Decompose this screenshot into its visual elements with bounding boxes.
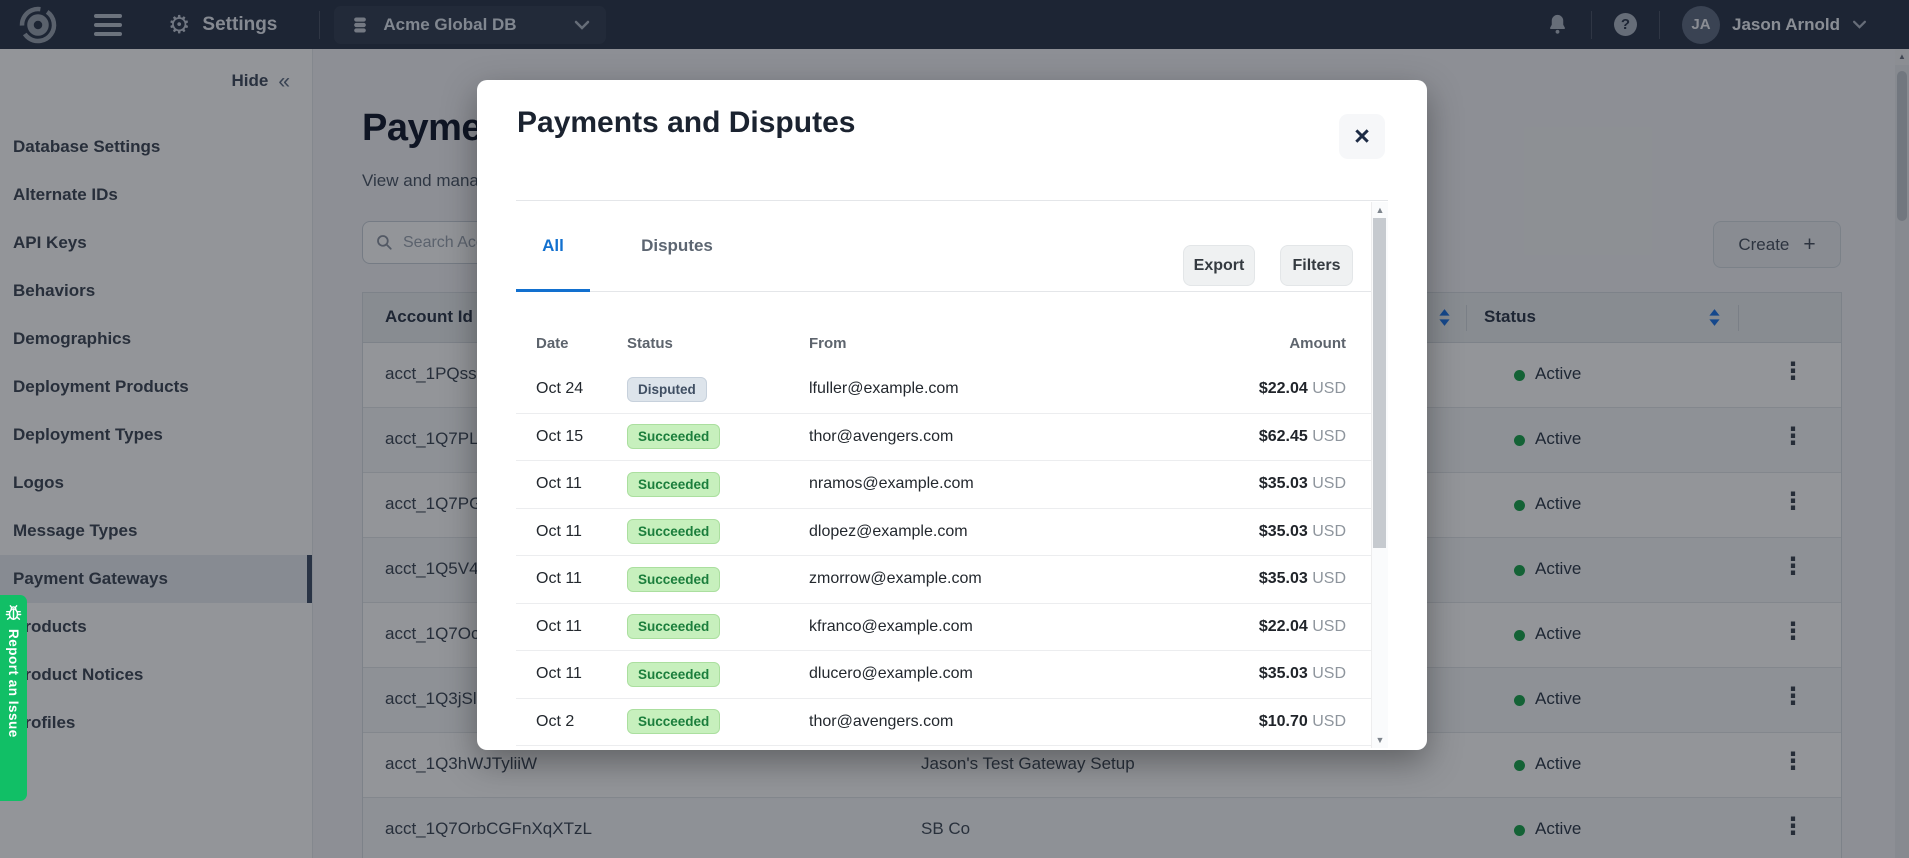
from-cell: thor@avengers.com (809, 713, 1259, 731)
tab-all-label: All (542, 236, 564, 256)
amount-value: $35.03 (1259, 475, 1308, 492)
modal-body: All Disputes Export Filters Date Status … (516, 200, 1388, 748)
date-cell: Oct 15 (536, 428, 627, 446)
payment-row: Oct 11 Succeeded zmorrow@example.com $35… (516, 556, 1388, 604)
payment-row: Oct 24 Disputed lfuller@example.com $22.… (516, 366, 1388, 414)
status-badge: Succeeded (627, 519, 720, 544)
modal-title: Payments and Disputes (517, 106, 855, 140)
date-cell: Oct 11 (536, 665, 627, 683)
modal-table-header: Date Status From Amount (516, 292, 1388, 366)
amount-cell: $35.03 USD (1259, 570, 1346, 588)
currency-label: USD (1312, 475, 1346, 492)
amount-value: $35.03 (1259, 570, 1308, 587)
modal-scrollbar-thumb[interactable] (1373, 218, 1386, 548)
currency-label: USD (1312, 618, 1346, 635)
amount-cell: $22.04 USD (1259, 618, 1346, 636)
date-cell: Oct 11 (536, 570, 627, 588)
status-badge: Succeeded (627, 424, 720, 449)
currency-label: USD (1312, 665, 1346, 682)
modal-tabs-row: All Disputes Export Filters (516, 201, 1388, 292)
payments-disputes-modal: Payments and Disputes × All Disputes Exp… (477, 80, 1427, 750)
report-issue-tab[interactable]: Report an Issue (0, 595, 27, 801)
modal-scrollbar[interactable]: ▲ ▼ (1371, 202, 1388, 748)
date-cell: Oct 11 (536, 523, 627, 541)
amount-value: $62.45 (1259, 428, 1308, 445)
payment-row: Oct 11 Succeeded kfranco@example.com $22… (516, 604, 1388, 652)
amount-value: $35.03 (1259, 665, 1308, 682)
tab-disputes[interactable]: Disputes (636, 201, 718, 291)
date-cell: Oct 11 (536, 475, 627, 493)
amount-cell: $62.45 USD (1259, 428, 1346, 446)
amount-value: $10.70 (1259, 713, 1308, 730)
status-badge: Disputed (627, 377, 707, 402)
tab-all[interactable]: All (516, 201, 590, 291)
from-column-header: From (809, 335, 1289, 352)
filters-button[interactable]: Filters (1280, 245, 1353, 286)
tab-disputes-label: Disputes (641, 236, 713, 256)
from-cell: zmorrow@example.com (809, 570, 1259, 588)
status-column-header: Status (627, 335, 809, 352)
close-icon[interactable]: × (1339, 114, 1385, 159)
amount-cell: $35.03 USD (1259, 523, 1346, 541)
currency-label: USD (1312, 428, 1346, 445)
status-badge: Succeeded (627, 614, 720, 639)
amount-cell: $22.04 USD (1259, 380, 1346, 398)
status-badge: Succeeded (627, 472, 720, 497)
date-column-header: Date (536, 335, 627, 352)
status-badge: Succeeded (627, 662, 720, 687)
status-badge: Succeeded (627, 567, 720, 592)
date-cell: Oct 2 (536, 713, 627, 731)
payment-row: Oct 11 Succeeded dlopez@example.com $35.… (516, 509, 1388, 557)
currency-label: USD (1312, 713, 1346, 730)
from-cell: dlopez@example.com (809, 523, 1259, 541)
amount-cell: $10.70 USD (1259, 713, 1346, 731)
amount-cell: $35.03 USD (1259, 665, 1346, 683)
payment-row: Oct 11 Succeeded nramos@example.com $35.… (516, 461, 1388, 509)
payment-row: Oct 11 Succeeded dlucero@example.com $35… (516, 651, 1388, 699)
amount-value: $22.04 (1259, 380, 1308, 397)
from-cell: dlucero@example.com (809, 665, 1259, 683)
date-cell: Oct 11 (536, 618, 627, 636)
bug-icon (4, 603, 23, 622)
amount-value: $22.04 (1259, 618, 1308, 635)
scroll-up-icon[interactable]: ▲ (1372, 205, 1388, 215)
amount-column-header: Amount (1289, 335, 1346, 352)
currency-label: USD (1312, 380, 1346, 397)
amount-cell: $35.03 USD (1259, 475, 1346, 493)
currency-label: USD (1312, 523, 1346, 540)
payment-row: Oct 15 Succeeded thor@avengers.com $62.4… (516, 414, 1388, 462)
export-button[interactable]: Export (1183, 245, 1255, 286)
currency-label: USD (1312, 570, 1346, 587)
amount-value: $35.03 (1259, 523, 1308, 540)
modal-table-body: Oct 24 Disputed lfuller@example.com $22.… (516, 366, 1388, 746)
from-cell: thor@avengers.com (809, 428, 1259, 446)
from-cell: kfranco@example.com (809, 618, 1259, 636)
from-cell: lfuller@example.com (809, 380, 1259, 398)
from-cell: nramos@example.com (809, 475, 1259, 493)
scroll-down-icon[interactable]: ▼ (1372, 735, 1388, 745)
payment-row: Oct 2 Succeeded thor@avengers.com $10.70… (516, 699, 1388, 747)
app-window: ⚙ Settings Acme Global DB ? JA Jaso (0, 0, 1909, 858)
status-badge: Succeeded (627, 709, 720, 734)
date-cell: Oct 24 (536, 380, 627, 398)
report-issue-label: Report an Issue (6, 629, 21, 738)
